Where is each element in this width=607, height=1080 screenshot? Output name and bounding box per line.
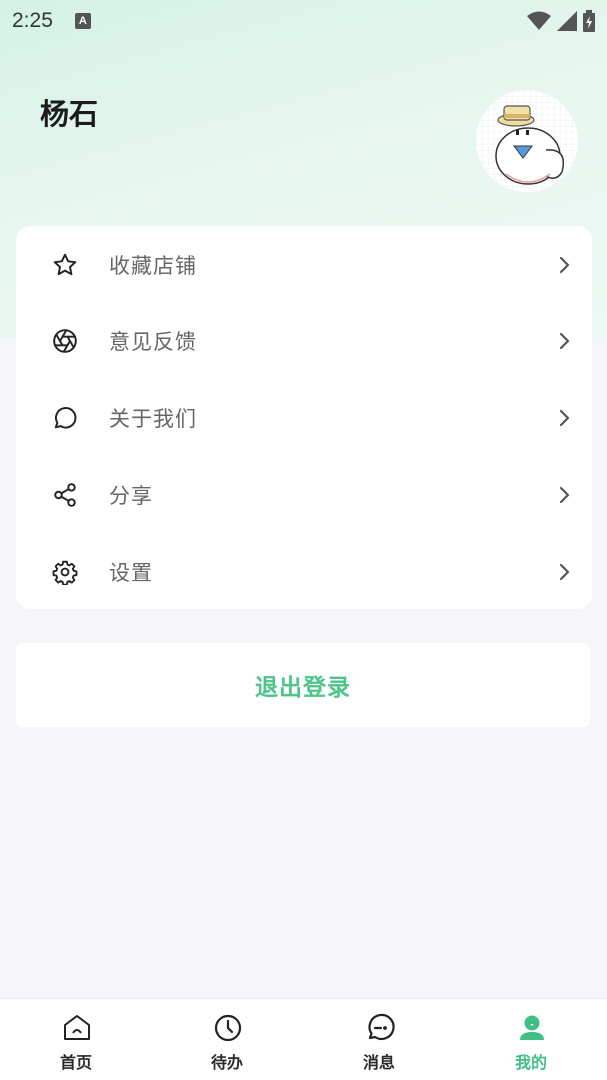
status-indicators [527, 10, 595, 32]
menu-item-label: 关于我们 [109, 407, 197, 431]
menu-item-label: 分享 [109, 484, 153, 508]
menu-item-feedback[interactable]: 意见反馈 [16, 302, 592, 380]
home-icon [64, 1015, 90, 1040]
menu-item-label: 设置 [109, 561, 153, 585]
battery-icon [583, 10, 595, 32]
tab-label: 消息 [362, 1053, 395, 1072]
aperture-icon [52, 328, 78, 354]
tab-todo[interactable]: 待办 [177, 999, 277, 1080]
menu-item-label: 意见反馈 [109, 330, 197, 354]
menu-item-settings[interactable]: 设置 [16, 533, 592, 611]
chevron-right-icon [559, 563, 570, 581]
user-icon [520, 1015, 544, 1040]
tab-home[interactable]: 首页 [26, 999, 126, 1080]
chevron-right-icon [559, 332, 570, 350]
chevron-right-icon [559, 486, 570, 504]
notification-badge: A [74, 13, 91, 29]
menu-card: 收藏店铺 意见反馈 关于我们 分享 设置 [16, 226, 592, 609]
username: 杨石 [40, 97, 99, 131]
tab-messages[interactable]: 消息 [329, 999, 429, 1080]
logout-button[interactable]: 退出登录 [16, 643, 590, 727]
gear-icon [52, 559, 78, 585]
menu-item-share[interactable]: 分享 [16, 456, 592, 534]
tab-label: 我的 [514, 1053, 547, 1072]
clock-icon [214, 1014, 242, 1042]
menu-item-favorite-shops[interactable]: 收藏店铺 [16, 226, 592, 304]
star-icon [52, 252, 78, 278]
status-bar: 2:25 A [0, 0, 607, 42]
status-time: 2:25 [12, 9, 53, 32]
message-icon [368, 1013, 395, 1040]
menu-item-about-us[interactable]: 关于我们 [16, 379, 592, 457]
tab-label: 待办 [210, 1053, 243, 1072]
tab-mine[interactable]: 我的 [481, 999, 581, 1080]
wifi-icon [527, 11, 551, 30]
chat-bubble-icon [52, 405, 78, 431]
avatar-image [476, 90, 578, 192]
logout-label: 退出登录 [255, 675, 351, 701]
menu-item-label: 收藏店铺 [109, 254, 197, 278]
avatar[interactable] [476, 90, 578, 192]
share-icon [52, 482, 78, 508]
tab-label: 首页 [59, 1053, 92, 1072]
chevron-right-icon [559, 409, 570, 427]
chevron-right-icon [559, 256, 570, 274]
signal-icon [557, 11, 577, 31]
bottom-tab-bar: 首页 待办 消息 我的 [0, 998, 607, 1080]
